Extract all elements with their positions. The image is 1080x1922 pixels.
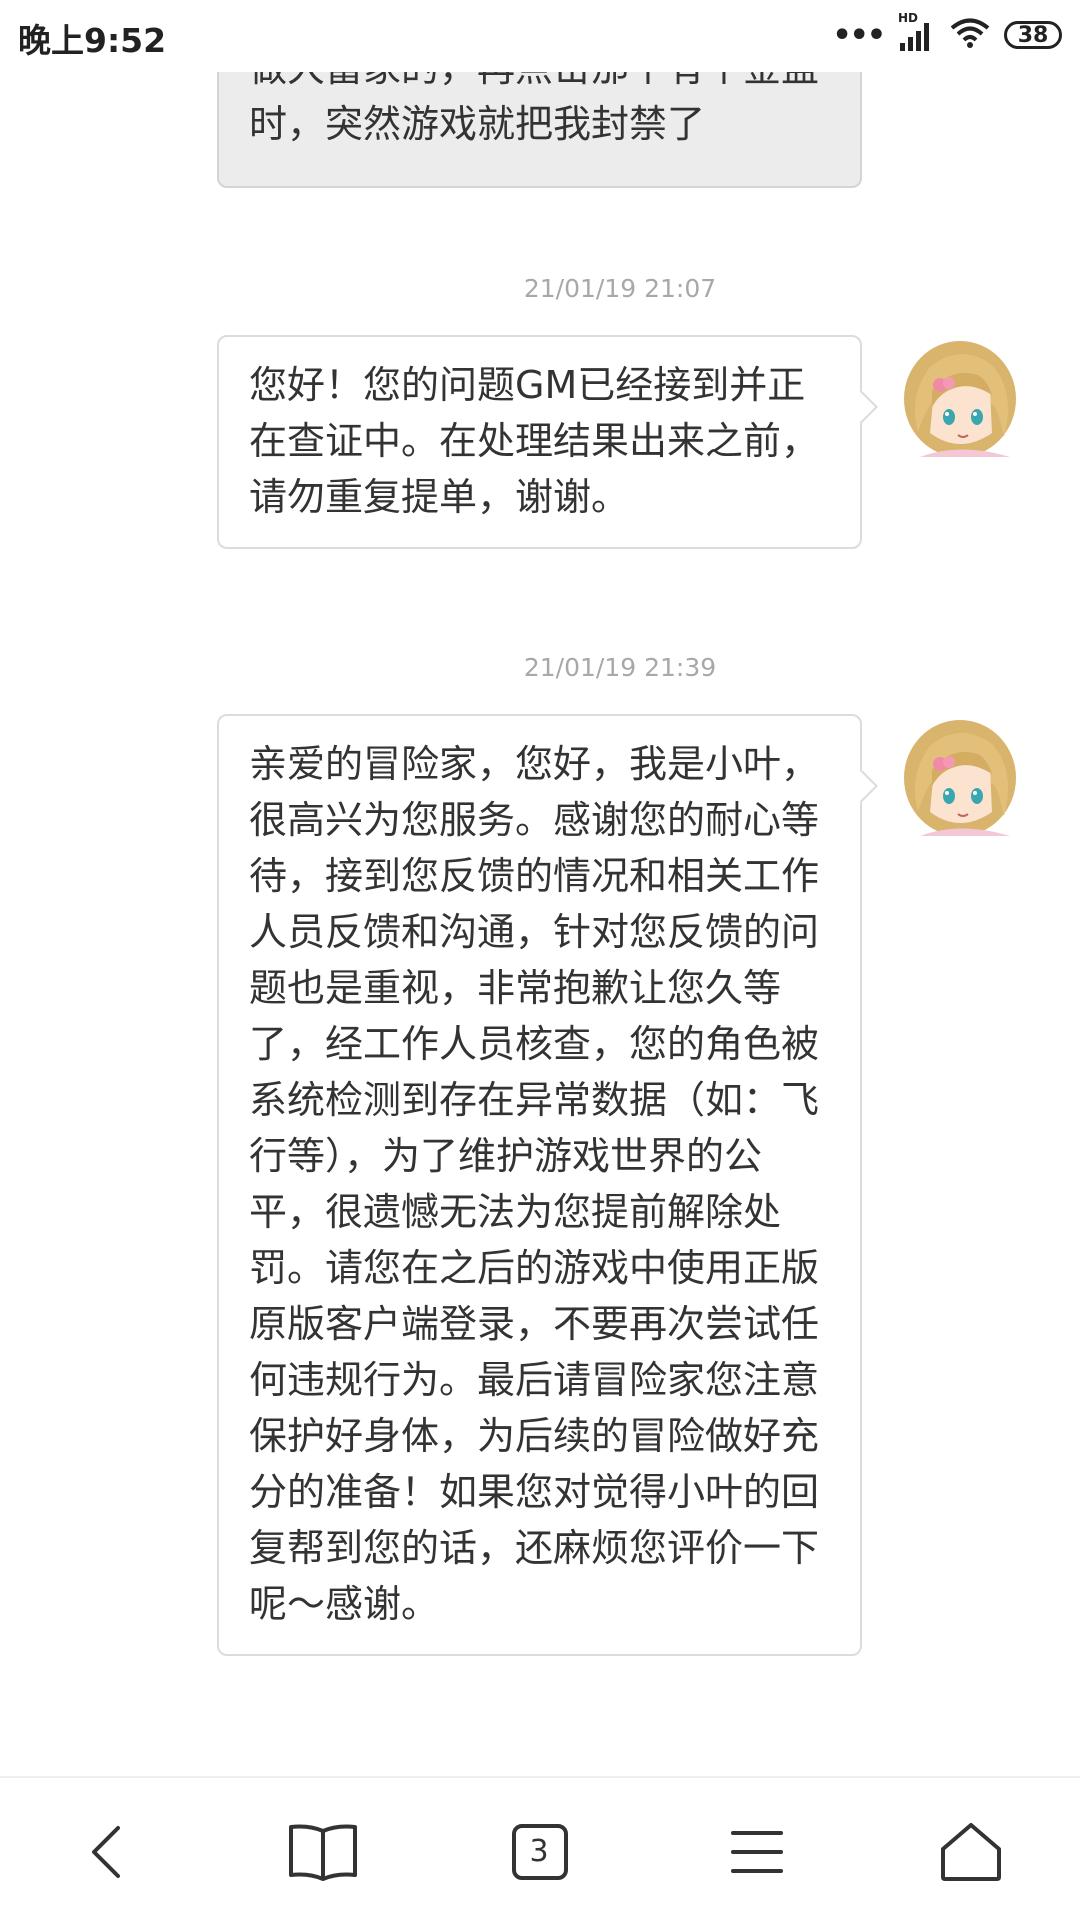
status-icons: ••• HD 38 — [832, 11, 1062, 58]
gm-avatar[interactable] — [900, 716, 1020, 836]
chat-area: 做大富家的，再点击那个有个金盆时，突然游戏就把我封禁了 21/01/19 21:… — [0, 0, 1080, 1776]
gm-reply-bubble: 您好！您的问题GM已经接到并正在查证中。在处理结果出来之前，请勿重复提单，谢谢。 — [217, 335, 862, 549]
bookmarks-icon — [289, 1824, 357, 1881]
home-icon — [941, 1823, 1001, 1881]
more-notifications-icon: ••• — [832, 17, 886, 53]
gm-reply-text: 您好！您的问题GM已经接到并正在查证中。在处理结果出来之前，请勿重复提单，谢谢。 — [249, 363, 820, 519]
gm-avatar[interactable] — [900, 337, 1020, 457]
menu-button[interactable] — [712, 1810, 802, 1894]
status-bar: 晚上9:52 ••• HD 38 — [0, 0, 1080, 72]
status-time: 晚上9:52 — [18, 21, 167, 60]
back-button[interactable] — [61, 1810, 151, 1894]
avatar-image-icon — [904, 341, 1016, 457]
gm-reply-bubble: 亲爱的冒险家，您好，我是小叶，很高兴为您服务。感谢您的耐心等待，接到您反馈的情况… — [217, 714, 862, 1656]
menu-icon — [731, 1831, 783, 1873]
message-timestamp: 21/01/19 21:39 — [523, 653, 717, 682]
signal-icon: HD — [898, 11, 936, 53]
tab-count: 3 — [529, 1833, 549, 1869]
gm-reply-text: 亲爱的冒险家，您好，我是小叶，很高兴为您服务。感谢您的耐心等待，接到您反馈的情况… — [249, 742, 820, 1626]
bottom-navigation: 3 — [0, 1776, 1080, 1922]
battery-indicator: 38 — [1004, 21, 1062, 49]
message-timestamp: 21/01/19 21:07 — [523, 274, 717, 303]
avatar-image-icon — [904, 720, 1016, 836]
tabs-button[interactable]: 3 — [495, 1810, 585, 1894]
wifi-icon — [950, 17, 990, 53]
back-icon — [92, 1826, 120, 1878]
home-button[interactable] — [926, 1810, 1016, 1894]
bookmarks-button[interactable] — [278, 1810, 368, 1894]
